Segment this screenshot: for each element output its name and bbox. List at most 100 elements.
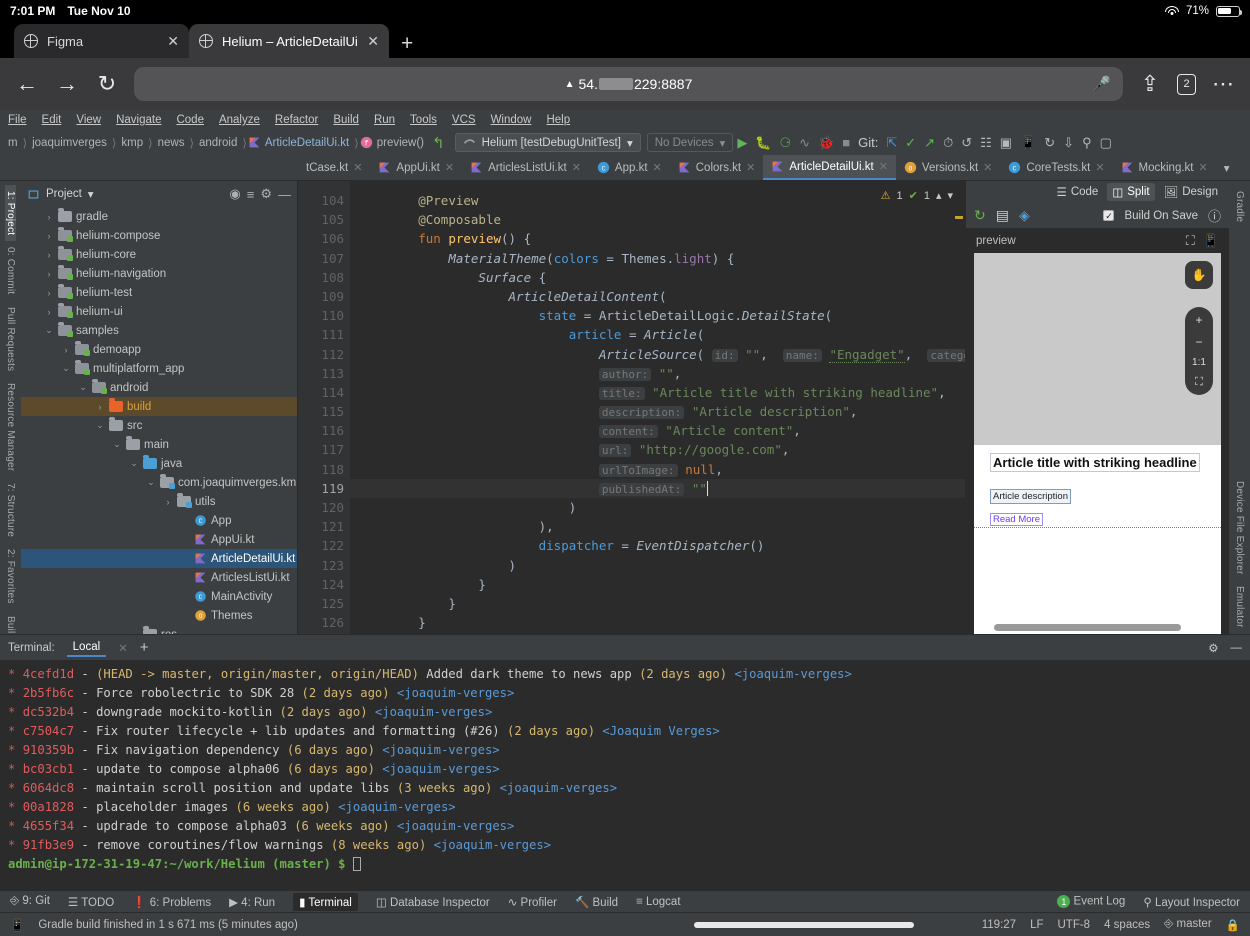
- git-revert-icon[interactable]: ↺: [961, 135, 972, 151]
- chevron-down-icon[interactable]: ▾: [627, 136, 633, 150]
- expand-arrow-icon[interactable]: ›: [44, 250, 54, 260]
- toolwindow-layout-inspector[interactable]: ⚲ Layout Inspector: [1143, 895, 1240, 909]
- code-line[interactable]: @Preview: [350, 191, 965, 210]
- close-icon[interactable]: ✕: [1199, 161, 1208, 174]
- settings-icon[interactable]: ⚙: [260, 186, 272, 202]
- view-mode-split[interactable]: ◫Split: [1107, 183, 1154, 201]
- browser-tab-helium[interactable]: Helium – ArticleDetailUi.k ✕: [189, 24, 389, 58]
- breadcrumb-function[interactable]: preview(): [373, 137, 428, 149]
- run-configuration-selector[interactable]: Helium [testDebugUnitTest] ▾: [455, 133, 641, 152]
- code-line[interactable]: }: [350, 594, 965, 613]
- tree-item[interactable]: ›helium-ui: [21, 302, 297, 321]
- code-lines[interactable]: @Preview @Composable fun preview() { Mat…: [350, 181, 965, 634]
- warning-marker[interactable]: [955, 216, 963, 219]
- git-history-icon[interactable]: ⏱: [943, 135, 953, 151]
- download-icon[interactable]: ⇩: [1063, 135, 1074, 151]
- toolwindow-terminal[interactable]: ▮ Terminal: [293, 893, 358, 911]
- tree-item[interactable]: ›res: [21, 625, 297, 634]
- close-icon[interactable]: ✕: [572, 161, 581, 174]
- refresh-preview-icon[interactable]: ↻: [974, 207, 986, 224]
- toolwindow-build[interactable]: 🔨 Build: [575, 895, 618, 909]
- expand-arrow-icon[interactable]: ›: [44, 269, 54, 279]
- editor-tab-tcase[interactable]: tCase.kt✕: [298, 155, 370, 180]
- run-preview-icon[interactable]: 📱: [1203, 233, 1219, 249]
- code-line[interactable]: ): [350, 556, 965, 575]
- code-line[interactable]: }: [350, 613, 965, 632]
- preview-read-more-link[interactable]: Read More: [990, 513, 1043, 526]
- editor-tab-articleslistui[interactable]: ArticlesListUi.kt✕: [462, 155, 589, 180]
- expand-arrow-icon[interactable]: ⌄: [61, 363, 71, 374]
- code-line[interactable]: ),: [350, 517, 965, 536]
- new-terminal-button[interactable]: +: [140, 639, 149, 656]
- code-area[interactable]: 1041051061071081091101111121131141151161…: [298, 181, 965, 634]
- git-update-icon[interactable]: ⇱: [886, 135, 897, 151]
- reload-icon[interactable]: ↻: [94, 73, 120, 95]
- editor-tab-colors[interactable]: Colors.kt✕: [670, 155, 764, 180]
- close-icon[interactable]: ✕: [445, 161, 454, 174]
- expand-arrow-icon[interactable]: ›: [44, 231, 54, 241]
- code-line[interactable]: state = ArticleDetailLogic.DetailState(: [350, 306, 965, 325]
- expand-arrow-icon[interactable]: ›: [44, 288, 54, 298]
- share-icon[interactable]: ⇪: [1137, 73, 1163, 95]
- screenshot-icon[interactable]: ⛶: [1186, 233, 1195, 249]
- git-push-icon[interactable]: ↗: [924, 135, 935, 151]
- expand-arrow-icon[interactable]: ›: [44, 307, 54, 317]
- tree-item[interactable]: ⌄samples: [21, 321, 297, 340]
- hide-icon[interactable]: —: [278, 187, 291, 202]
- scroll-from-source-icon[interactable]: ≡: [247, 187, 255, 202]
- tree-item[interactable]: ›gradle: [21, 207, 297, 226]
- pan-hand-icon[interactable]: ✋: [1185, 261, 1213, 289]
- breadcrumb-news[interactable]: news: [154, 137, 189, 149]
- info-icon[interactable]: ⓘ: [1208, 206, 1221, 225]
- device-manager-icon[interactable]: 📱: [1020, 135, 1036, 151]
- expand-arrow-icon[interactable]: ›: [129, 630, 139, 635]
- back-navigate-icon[interactable]: ↰: [432, 134, 445, 152]
- expand-arrow-icon[interactable]: ⌄: [78, 382, 88, 393]
- expand-arrow-icon[interactable]: ›: [61, 345, 71, 355]
- toolwindow-run[interactable]: ▶ 4: Run: [229, 895, 275, 909]
- collapse-all-icon[interactable]: ◉: [229, 186, 240, 202]
- minimize-icon[interactable]: —: [1231, 642, 1243, 654]
- toolwindow-problems[interactable]: ❗ 6: Problems: [132, 895, 211, 909]
- expand-arrow-icon[interactable]: ⌄: [95, 420, 105, 431]
- terminal-output[interactable]: * 4cefd1d - (HEAD -> master, origin/mast…: [0, 660, 1250, 891]
- indent-setting[interactable]: 4 spaces: [1104, 919, 1150, 931]
- preview-surface[interactable]: preview ⛶ 📱 Article title with striking …: [966, 229, 1229, 634]
- sdk-manager-icon[interactable]: ▣: [1000, 135, 1012, 151]
- editor-tab-articledetailui[interactable]: ArticleDetailUi.kt✕: [763, 155, 896, 180]
- layout-icon[interactable]: ▢: [1100, 135, 1112, 151]
- breadcrumb-android[interactable]: android: [195, 137, 241, 149]
- toolwindow-profiler[interactable]: ∿ Profiler: [508, 895, 557, 909]
- toolwindow-database-inspector[interactable]: ◫ Database Inspector: [376, 895, 490, 909]
- code-line[interactable]: }: [350, 575, 965, 594]
- menu-window[interactable]: Window: [489, 114, 534, 126]
- code-line[interactable]: ArticleSource( id: "", name: "Engadget",…: [350, 345, 965, 364]
- code-line[interactable]: fun preview() {: [350, 229, 965, 248]
- tree-item[interactable]: ⌄java: [21, 454, 297, 473]
- menu-file[interactable]: File: [6, 114, 29, 126]
- close-icon[interactable]: ✕: [1095, 161, 1104, 174]
- tree-item[interactable]: ⌄com.joaquimverges.kmp: [21, 473, 297, 492]
- caret-position[interactable]: 119:27: [982, 919, 1016, 931]
- wifi-icon[interactable]: [1165, 6, 1179, 17]
- sidebar-item-emulator[interactable]: Emulator: [1234, 580, 1245, 634]
- address-bar[interactable]: ▲ 54.229:8887 🎤: [134, 67, 1123, 101]
- sidebar-item-pull-requests[interactable]: Pull Requests: [5, 301, 16, 377]
- toolwindow-git[interactable]: ⎆ 9: Git: [10, 895, 50, 908]
- editor-scrollbar[interactable]: [953, 181, 965, 634]
- menu-build[interactable]: Build: [331, 114, 361, 126]
- tree-item[interactable]: CMainActivity: [21, 587, 297, 606]
- expand-arrow-icon[interactable]: ⌄: [112, 439, 122, 450]
- preview-zoom-controls[interactable]: + − 1:1 ⛶: [1185, 307, 1213, 395]
- menu-code[interactable]: Code: [174, 114, 206, 126]
- code-line[interactable]: ): [350, 498, 965, 517]
- run-coverage-icon[interactable]: ⚆: [780, 135, 792, 151]
- code-line[interactable]: MaterialTheme(colors = Themes.light) {: [350, 249, 965, 268]
- file-encoding[interactable]: UTF-8: [1057, 919, 1090, 931]
- expand-arrow-icon[interactable]: ›: [163, 497, 173, 507]
- code-line[interactable]: description: "Article description",: [350, 402, 965, 421]
- editor-tab-mocking[interactable]: Mocking.kt✕: [1113, 155, 1216, 180]
- breadcrumb-root[interactable]: m: [4, 137, 22, 149]
- menu-navigate[interactable]: Navigate: [114, 114, 163, 126]
- tree-item[interactable]: ⌄multiplatform_app: [21, 359, 297, 378]
